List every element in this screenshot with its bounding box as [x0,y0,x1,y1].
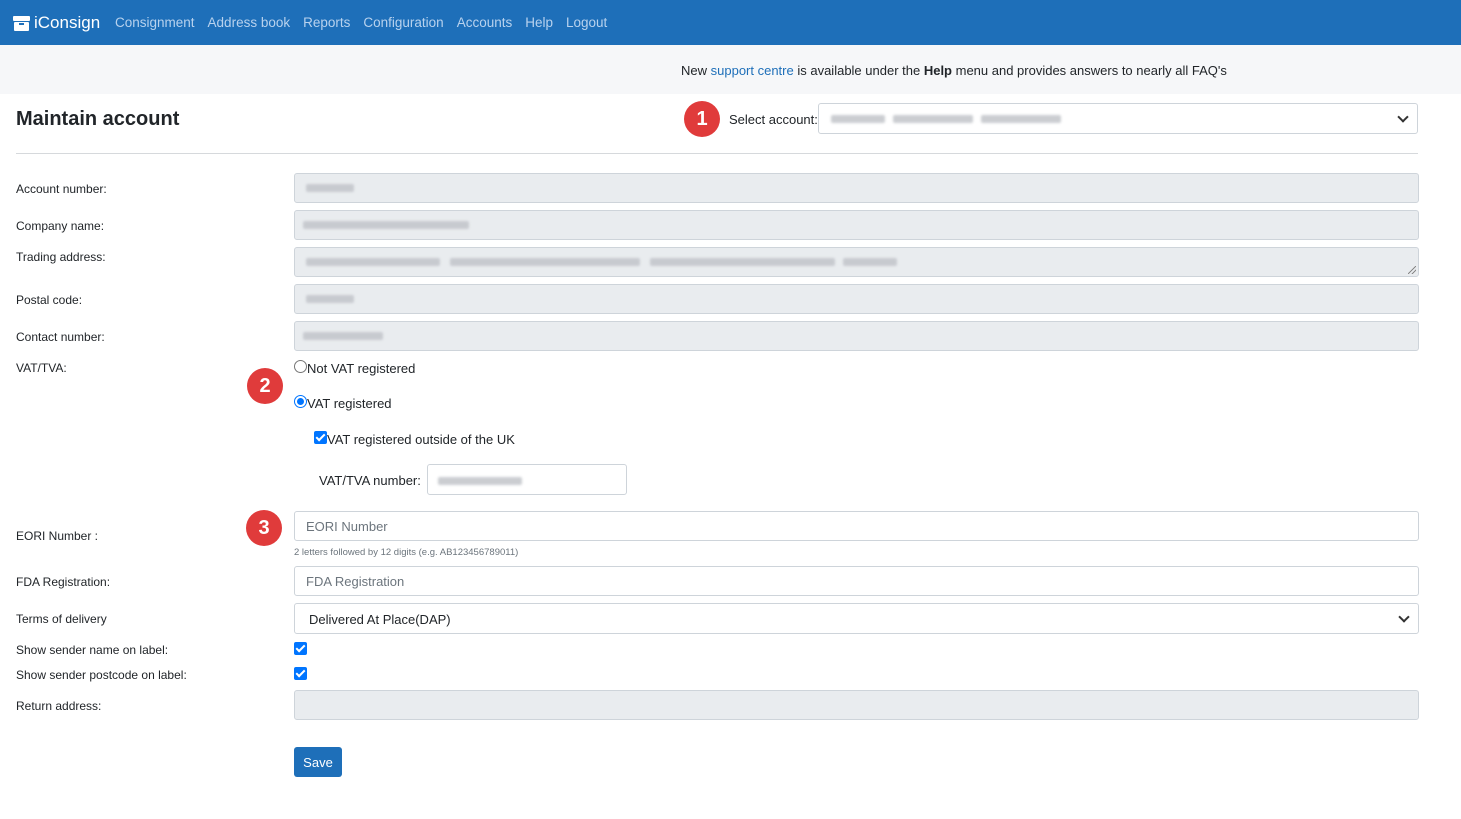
vat-label: VAT/TVA: [16,361,67,375]
eori-placeholder: EORI Number [306,519,388,534]
support-centre-link[interactable]: support centre [711,63,794,78]
vat-number-label: VAT/TVA number: [319,473,421,488]
fda-placeholder: FDA Registration [306,574,405,589]
terms-of-delivery-select[interactable]: Delivered At Place(DAP) [294,603,1419,634]
redacted-text [450,258,640,266]
brand-name: iConsign [34,13,101,32]
return-address-label: Return address: [16,699,102,713]
notice-help-word: Help [923,63,952,78]
redacted-text [306,295,354,303]
top-navbar: iConsign Consignment Address book Report… [0,0,1461,45]
package-icon [13,15,30,31]
postal-code-label: Postal code: [16,293,83,307]
redacted-text [981,115,1061,123]
nav-reports[interactable]: Reports [303,15,350,30]
nav-links: Consignment Address book Reports Configu… [115,15,620,30]
redacted-text [306,258,440,266]
eori-input[interactable]: EORI Number [294,511,1419,541]
resize-handle-icon[interactable] [1408,266,1416,274]
notice-bar: New support centre is available under th… [0,45,1461,94]
not-vat-registered-label: Not VAT registered [307,361,416,376]
redacted-text [303,221,469,229]
nav-help[interactable]: Help [525,15,553,30]
redacted-text [438,477,522,485]
vat-registered-label: VAT registered [307,396,392,411]
nav-accounts[interactable]: Accounts [457,15,513,30]
select-account-label: Select account: [729,112,818,127]
marker-3: 3 [246,510,282,546]
show-sender-name-label: Show sender name on label: [16,643,169,657]
page-title: Maintain account [16,108,180,130]
notice-text: New support centre is available under th… [681,63,1227,78]
nav-consignment[interactable]: Consignment [115,15,195,30]
terms-of-delivery-label: Terms of delivery [16,612,107,626]
company-name-field [294,210,1419,240]
not-vat-registered-radio[interactable] [294,360,307,373]
trading-address-label: Trading address: [16,250,106,264]
redacted-text [831,115,885,123]
show-sender-postcode-checkbox[interactable] [294,667,307,680]
notice-prefix: New [681,63,711,78]
company-name-label: Company name: [16,219,105,233]
vat-outside-uk-label: VAT registered outside of the UK [327,432,515,447]
eori-help-text: 2 letters followed by 12 digits (e.g. AB… [294,547,519,558]
fda-label: FDA Registration: [16,575,111,589]
eori-label: EORI Number : [16,529,99,543]
show-sender-postcode-label: Show sender postcode on label: [16,668,187,682]
redacted-text [893,115,973,123]
marker-2: 2 [247,368,283,404]
show-sender-name-checkbox[interactable] [294,642,307,655]
redacted-text [306,184,354,192]
header-divider [16,153,1418,154]
nav-logout[interactable]: Logout [566,15,607,30]
brand-link[interactable]: iConsign [13,13,100,33]
terms-of-delivery-value: Delivered At Place(DAP) [309,612,451,627]
fda-input[interactable]: FDA Registration [294,566,1419,596]
contact-number-label: Contact number: [16,330,105,344]
redacted-text [650,258,835,266]
nav-address-book[interactable]: Address book [208,15,291,30]
chevron-down-icon [1398,610,1410,623]
notice-middle: is available under the [793,63,924,78]
select-account-dropdown[interactable] [818,103,1418,134]
return-address-field [294,690,1419,720]
vat-outside-uk-checkbox[interactable] [314,431,327,444]
marker-1: 1 [684,101,720,137]
save-button[interactable]: Save [294,747,342,777]
account-number-label: Account number: [16,182,107,196]
redacted-text [843,258,897,266]
vat-registered-radio[interactable] [294,395,307,408]
trading-address-field [294,247,1419,277]
account-number-field [294,173,1419,203]
nav-configuration[interactable]: Configuration [363,15,443,30]
notice-suffix: menu and provides answers to nearly all … [952,63,1227,78]
vat-number-input[interactable] [427,464,627,495]
redacted-text [303,332,383,340]
contact-number-field [294,321,1419,351]
postal-code-field [294,284,1419,314]
chevron-down-icon [1397,110,1409,123]
